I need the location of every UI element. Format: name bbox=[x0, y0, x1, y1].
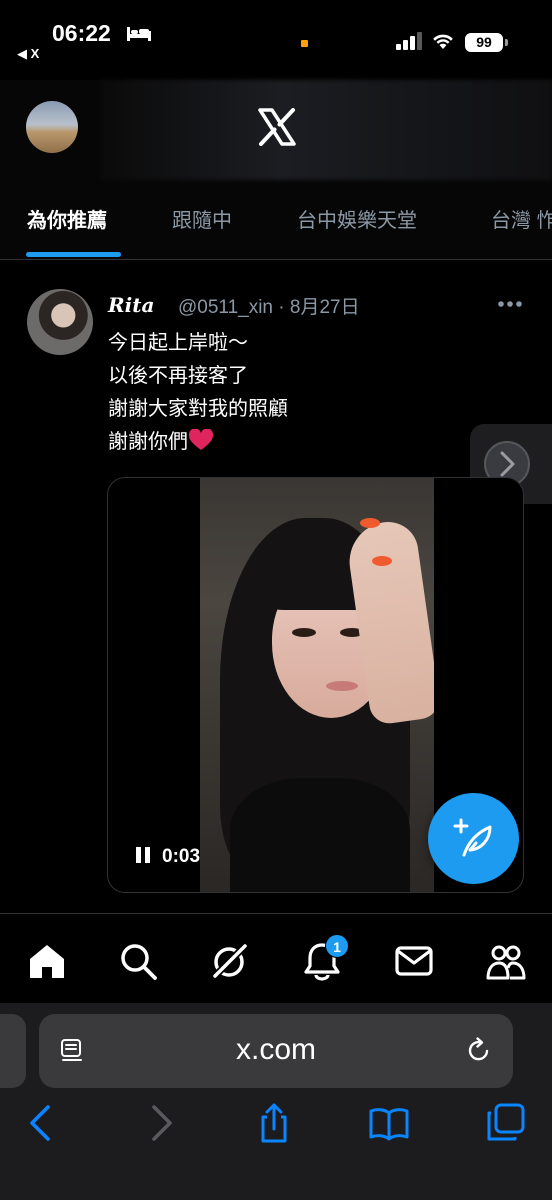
browser-toolbar: x.com bbox=[0, 1003, 552, 1200]
tweet-line: 謝謝大家對我的照顧 bbox=[108, 398, 288, 420]
share-icon[interactable] bbox=[254, 1103, 294, 1143]
tweet-text: 今日起上岸啦～ 以後不再接客了 謝謝大家對我的照顧 謝謝你們 bbox=[108, 327, 288, 459]
red-heart-emoji-icon bbox=[188, 429, 214, 450]
feather-plus-icon bbox=[453, 818, 492, 857]
x-logo-icon[interactable] bbox=[258, 108, 296, 146]
battery-tip bbox=[505, 39, 508, 46]
tweet-line-last: 謝謝你們 bbox=[108, 426, 288, 459]
url-text[interactable]: x.com bbox=[39, 1033, 513, 1067]
pause-icon[interactable] bbox=[136, 847, 150, 863]
forward-icon[interactable] bbox=[140, 1103, 180, 1143]
video-subject-clothing bbox=[230, 778, 410, 892]
address-bar[interactable]: x.com bbox=[39, 1014, 513, 1088]
bookmarks-icon[interactable] bbox=[369, 1103, 409, 1143]
tweet-line: 今日起上岸啦～ bbox=[108, 332, 248, 354]
active-tab-indicator bbox=[26, 252, 121, 257]
messages-icon[interactable] bbox=[394, 941, 434, 981]
author-display-name[interactable]: Rita bbox=[108, 293, 154, 317]
video-timestamp: 0:03 bbox=[162, 846, 201, 867]
tweet-line: 以後不再接客了 bbox=[108, 365, 248, 387]
tab-taichung[interactable]: 台中娛樂天堂 bbox=[297, 204, 417, 233]
author-handle-and-date[interactable]: @0511_xin · 8月27日 bbox=[178, 292, 360, 319]
grok-icon[interactable] bbox=[210, 941, 250, 981]
previous-tab-preview[interactable] bbox=[0, 1014, 26, 1088]
home-icon[interactable] bbox=[27, 941, 67, 981]
clock: 06:22 bbox=[52, 20, 111, 46]
timeline-tabs: 為你推薦 跟隨中 台中娛樂天堂 台灣 怍 bbox=[0, 190, 552, 260]
video-controls[interactable]: 0:03 bbox=[136, 846, 200, 868]
wifi-icon bbox=[433, 34, 453, 49]
battery-indicator: 99 bbox=[465, 33, 503, 52]
tab-following[interactable]: 跟隨中 bbox=[172, 204, 232, 233]
sleep-focus-icon bbox=[127, 27, 151, 41]
tabs-icon[interactable] bbox=[485, 1103, 525, 1143]
back-to-app-link[interactable]: ◀ X bbox=[17, 46, 39, 62]
compose-post-button[interactable] bbox=[428, 793, 519, 884]
bottom-navigation: 1 bbox=[0, 913, 552, 1003]
video-subject-eye bbox=[292, 628, 316, 637]
more-options-icon[interactable] bbox=[497, 300, 523, 308]
video-subject-nail bbox=[372, 556, 392, 566]
back-icon[interactable] bbox=[22, 1103, 62, 1143]
cellular-signal-icon bbox=[396, 32, 422, 50]
video-subject-nail bbox=[360, 518, 380, 528]
author-avatar[interactable] bbox=[27, 289, 93, 355]
search-icon[interactable] bbox=[118, 941, 158, 981]
communities-icon[interactable] bbox=[486, 941, 526, 981]
reload-icon[interactable] bbox=[465, 1036, 493, 1064]
header-blur bbox=[100, 80, 552, 180]
tweet-line: 謝謝你們 bbox=[108, 431, 188, 453]
privacy-indicator bbox=[301, 40, 308, 47]
tab-for-you[interactable]: 為你推薦 bbox=[27, 204, 107, 233]
notification-badge: 1 bbox=[325, 934, 349, 958]
video-frame bbox=[200, 478, 434, 892]
video-subject-lips bbox=[326, 681, 358, 691]
status-bar: 06:22 ◀ X 99 bbox=[0, 0, 552, 80]
profile-avatar-button[interactable] bbox=[26, 101, 78, 153]
tab-taiwan[interactable]: 台灣 怍 bbox=[491, 204, 552, 233]
